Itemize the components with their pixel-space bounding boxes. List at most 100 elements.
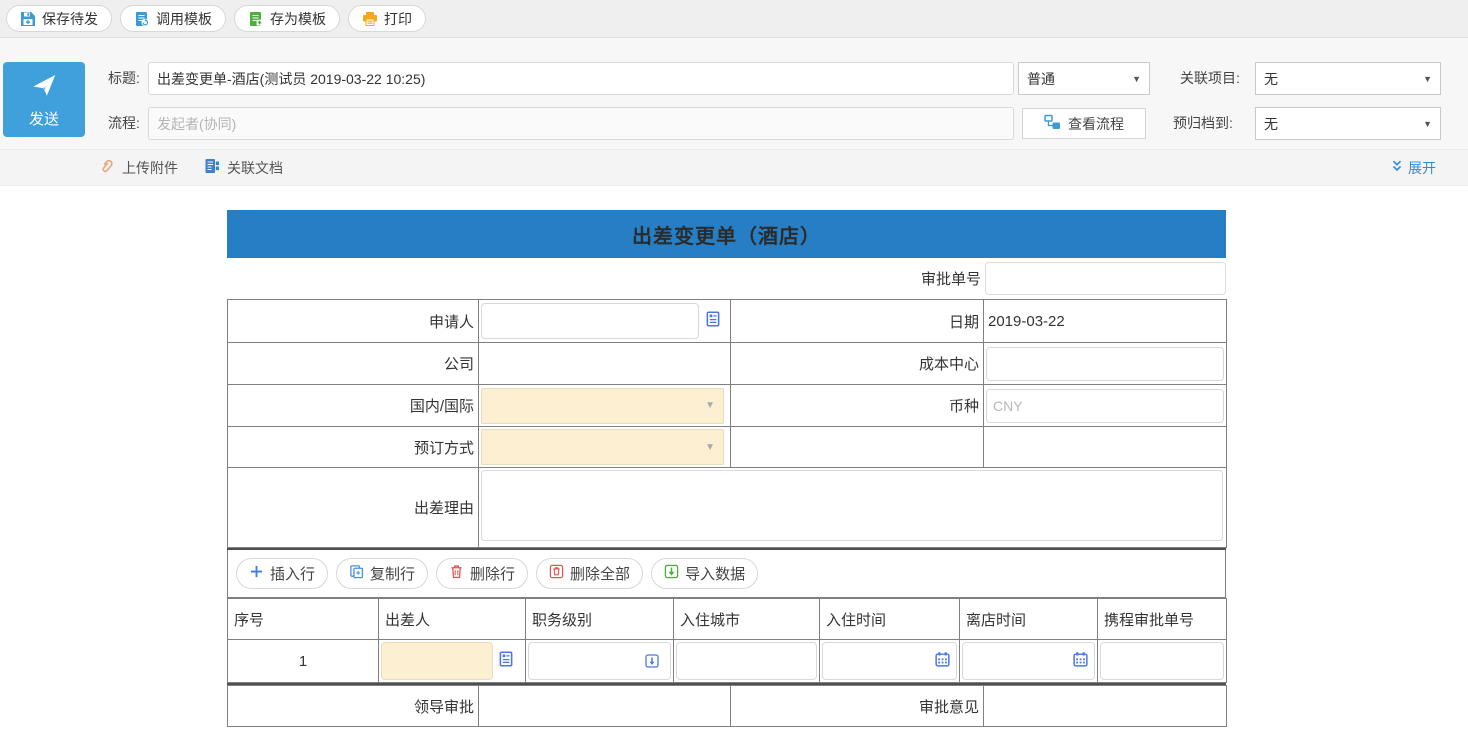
approval-opinion-cell: [984, 686, 1227, 727]
row-buttons-bar: 插入行 复制行 删除行 删除全部 导入数据: [227, 550, 1226, 598]
plus-icon: [249, 564, 264, 583]
delete-all-button[interactable]: 删除全部: [536, 558, 643, 589]
import-data-label: 导入数据: [685, 563, 745, 584]
col-ctrip-no: 携程审批单号: [1098, 599, 1227, 640]
col-traveler: 出差人: [379, 599, 526, 640]
paperclip-icon: [98, 158, 115, 178]
prearchive-select[interactable]: 无 ▼: [1255, 107, 1441, 140]
priority-value: 普通: [1027, 69, 1055, 89]
col-city: 入住城市: [674, 599, 820, 640]
person-picker-icon[interactable]: [497, 650, 515, 672]
items-table: 序号 出差人 职务级别 入住城市 入住时间 离店时间 携程审批单号 1: [227, 598, 1227, 683]
save-pending-label: 保存待发: [42, 9, 98, 29]
prearchive-value: 无: [1264, 114, 1278, 134]
leader-approval-label: 领导审批: [228, 686, 479, 727]
upload-attachment-button[interactable]: 上传附件: [98, 158, 178, 178]
related-doc-icon: [204, 158, 220, 177]
leader-approval-cell: [479, 686, 731, 727]
applicant-input[interactable]: [481, 303, 699, 339]
chevron-down-icon: ▼: [1423, 119, 1432, 129]
copy-row-button[interactable]: 复制行: [336, 558, 428, 589]
col-job-level: 职务级别: [526, 599, 674, 640]
copy-row-label: 复制行: [370, 563, 415, 584]
calendar-icon[interactable]: [934, 651, 951, 672]
flow-label: 流程:: [108, 107, 140, 140]
domestic-label: 国内/国际: [228, 385, 479, 427]
related-project-select[interactable]: 无 ▼: [1255, 62, 1441, 95]
col-checkout: 离店时间: [960, 599, 1098, 640]
date-value: 2019-03-22: [984, 300, 1227, 343]
approval-no-row: 审批单号: [227, 258, 1226, 299]
related-project-label: 关联项目:: [1180, 62, 1240, 95]
domestic-select[interactable]: ▼: [481, 388, 724, 424]
reason-textarea[interactable]: [481, 470, 1223, 541]
attachment-bar: 上传附件 关联文档 展开: [0, 149, 1468, 186]
title-input[interactable]: [148, 62, 1014, 95]
save-icon: [20, 11, 36, 27]
chevron-down-icon: ▼: [1132, 74, 1141, 84]
company-value-cell: [479, 343, 731, 385]
import-icon: [664, 564, 679, 583]
print-button[interactable]: 打印: [348, 5, 426, 32]
approval-opinion-label: 审批意见: [731, 686, 984, 727]
chevron-down-icon: ▼: [1423, 74, 1432, 84]
save-pending-button[interactable]: 保存待发: [6, 5, 112, 32]
person-picker-icon[interactable]: [704, 310, 722, 332]
call-template-label: 调用模板: [156, 9, 212, 29]
applicant-label: 申请人: [228, 300, 479, 343]
city-input[interactable]: [676, 642, 817, 680]
save-as-template-button[interactable]: 存为模板: [234, 5, 340, 32]
view-flow-icon: [1044, 114, 1061, 133]
priority-select[interactable]: 普通 ▼: [1018, 62, 1150, 95]
col-seq: 序号: [228, 599, 379, 640]
empty-cell: [984, 427, 1227, 468]
approval-no-input[interactable]: [985, 262, 1226, 295]
reason-label: 出差理由: [228, 468, 479, 548]
chevron-down-icon: ▼: [705, 400, 715, 411]
send-label: 发送: [29, 108, 59, 129]
cost-center-input[interactable]: [986, 347, 1224, 381]
currency-label: 币种: [731, 385, 984, 427]
insert-row-label: 插入行: [270, 563, 315, 584]
double-chevron-down-icon: [1390, 159, 1404, 176]
form-container: 出差变更单（酒店） 审批单号 申请人 日期 2019-03-22 公司 成本中心…: [227, 210, 1226, 727]
flow-input[interactable]: [148, 107, 1014, 140]
booking-select[interactable]: ▼: [481, 429, 724, 465]
currency-input[interactable]: [986, 389, 1224, 423]
ctrip-no-input[interactable]: [1100, 642, 1224, 680]
call-template-button[interactable]: 调用模板: [120, 5, 226, 32]
empty-cell: [731, 427, 984, 468]
send-button[interactable]: 发送: [3, 62, 85, 137]
save-as-template-label: 存为模板: [270, 9, 326, 29]
company-label: 公司: [228, 343, 479, 385]
footer-table: 领导审批 审批意见: [227, 685, 1227, 727]
header-section: 发送 标题: 普通 ▼ 关联项目: 无 ▼ 流程: 查看流程 预归档到: 无 ▼: [0, 38, 1468, 149]
trash-icon: [449, 564, 464, 583]
top-toolbar: 保存待发 调用模板 存为模板 打印: [0, 0, 1468, 38]
delete-row-label: 删除行: [470, 563, 515, 584]
expand-link[interactable]: 展开: [1390, 158, 1436, 178]
seq-value: 1: [228, 640, 379, 683]
calendar-icon[interactable]: [1072, 651, 1089, 672]
cost-center-label: 成本中心: [731, 343, 984, 385]
table-row: 1: [228, 640, 1227, 683]
view-flow-button[interactable]: 查看流程: [1022, 108, 1146, 139]
prearchive-label: 预归档到:: [1173, 107, 1233, 140]
upload-attachment-label: 上传附件: [122, 158, 178, 178]
form-title: 出差变更单（酒店）: [227, 210, 1226, 258]
trash-all-icon: [549, 564, 564, 583]
import-data-button[interactable]: 导入数据: [651, 558, 758, 589]
call-template-icon: [134, 11, 150, 27]
view-flow-label: 查看流程: [1068, 114, 1124, 134]
traveler-input[interactable]: [381, 642, 493, 680]
delete-row-button[interactable]: 删除行: [436, 558, 528, 589]
insert-row-button[interactable]: 插入行: [236, 558, 328, 589]
related-project-value: 无: [1264, 69, 1278, 89]
related-doc-button[interactable]: 关联文档: [204, 158, 283, 178]
title-label: 标题:: [108, 62, 140, 95]
date-label: 日期: [731, 300, 984, 343]
delete-all-label: 删除全部: [570, 563, 630, 584]
related-doc-label: 关联文档: [227, 158, 283, 178]
print-icon: [362, 11, 378, 27]
approval-no-label: 审批单号: [921, 268, 981, 289]
